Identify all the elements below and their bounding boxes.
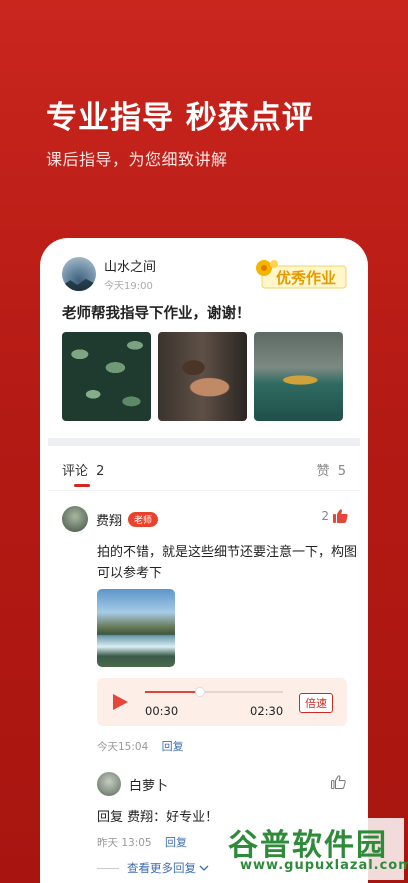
- avatar[interactable]: [62, 506, 88, 532]
- like-count: 2: [321, 509, 329, 523]
- reply-header: 白萝卜: [97, 772, 168, 796]
- audio-progress-track[interactable]: [145, 687, 283, 697]
- audio-progress-handle[interactable]: [195, 687, 206, 697]
- playback-speed-button[interactable]: 倍速: [299, 693, 333, 713]
- section-divider: [48, 438, 360, 446]
- audio-progress-fill: [145, 691, 201, 693]
- play-icon[interactable]: [111, 693, 129, 711]
- comment-username[interactable]: 费翔: [96, 510, 122, 529]
- tab-likes[interactable]: 赞 5: [317, 460, 346, 479]
- comment-time: 今天15:04: [97, 741, 149, 753]
- photo-thumbnail[interactable]: [254, 332, 343, 421]
- reply-username[interactable]: 白萝卜: [129, 775, 168, 794]
- tab-likes-count: 5: [337, 464, 346, 479]
- post-text: 老师帮我指导下作业，谢谢！: [62, 306, 251, 322]
- tab-active-indicator: [74, 484, 90, 487]
- excellent-homework-badge: 优秀作业: [256, 260, 347, 289]
- watermark: 谷普软件园 www.gupuxlazal.com: [222, 818, 408, 880]
- teacher-badge: 老师: [128, 511, 159, 527]
- hero-subtitle: 课后指导，为您细致讲解: [46, 150, 228, 169]
- reply-text: 回复 费翔：好专业！: [97, 810, 219, 825]
- audio-current-time: 00:30: [145, 704, 179, 718]
- post-username[interactable]: 山水之间: [104, 256, 156, 275]
- badge-text: 优秀作业: [276, 269, 336, 287]
- photo-grid: [62, 332, 343, 421]
- photo-thumbnail[interactable]: [158, 332, 247, 421]
- more-replies-label: 查看更多回复: [127, 861, 196, 875]
- phone-card: 山水之间 今天19:00 优秀作业 老师帮我指导下作业，谢谢！ 评论 2 赞 5…: [40, 238, 368, 883]
- reply-link[interactable]: 回复: [162, 740, 184, 753]
- audio-player: 00:30 02:30 倍速: [97, 678, 347, 726]
- divider: [97, 867, 119, 869]
- avatar[interactable]: [62, 257, 96, 291]
- like-button[interactable]: 2: [321, 509, 348, 523]
- avatar[interactable]: [97, 772, 121, 796]
- thumbs-up-filled-icon: [333, 509, 348, 523]
- reply-time: 昨天 13:05: [97, 837, 152, 849]
- tab-comments-label: 评论: [62, 464, 89, 479]
- reply-link[interactable]: 回复: [165, 836, 187, 849]
- divider: [48, 490, 360, 491]
- photo-thumbnail[interactable]: [62, 332, 151, 421]
- comment-header: 费翔 老师: [62, 506, 159, 532]
- tab-comments[interactable]: 评论 2: [62, 460, 104, 479]
- post-time: 今天19:00: [104, 281, 153, 292]
- post-header: 山水之间 今天19:00: [62, 256, 156, 292]
- watermark-url: www.gupuxlazal.com: [240, 858, 408, 873]
- tab-comments-count: 2: [96, 464, 105, 479]
- tab-likes-label: 赞: [316, 464, 330, 479]
- chevron-down-icon: [199, 865, 209, 871]
- audio-total-time: 02:30: [250, 704, 284, 718]
- comment-image[interactable]: [97, 589, 175, 667]
- thumbs-up-icon[interactable]: [331, 775, 346, 789]
- comment-meta: 今天15:04 回复: [97, 738, 184, 754]
- reply-meta: 昨天 13:05 回复: [97, 834, 187, 850]
- hero-title: 专业指导 秒获点评: [46, 100, 314, 136]
- comment-text: 拍的不错，就是这些细节还要注意一下，构图可以参考下: [97, 545, 358, 581]
